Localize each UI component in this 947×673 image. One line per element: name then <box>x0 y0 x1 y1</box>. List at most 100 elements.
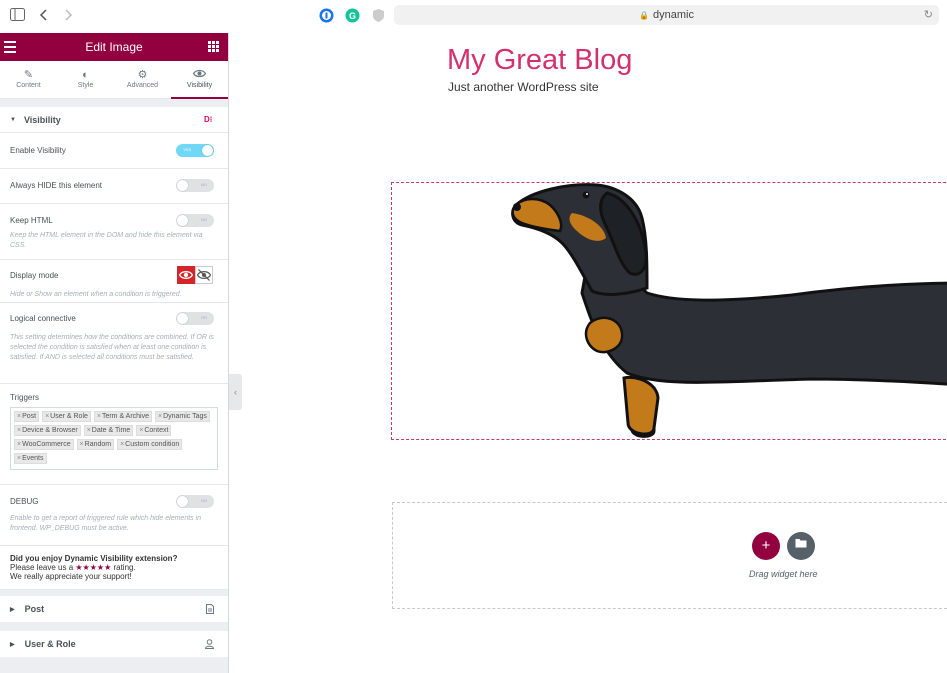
drop-zone-hint: Drag widget here <box>749 569 818 579</box>
logical-connective-row: Logical connective OR This setting deter… <box>0 303 228 384</box>
user-icon <box>204 639 215 651</box>
template-library-folder-icon[interactable] <box>787 532 815 560</box>
collapse-panel-handle[interactable]: ‹ <box>229 374 242 410</box>
trigger-tag[interactable]: ×Context <box>136 425 172 436</box>
tag-label: Events <box>22 455 44 462</box>
image-widget[interactable] <box>391 182 947 440</box>
document-icon <box>206 604 214 616</box>
trigger-tag[interactable]: ×Dynamic Tags <box>154 411 210 422</box>
trigger-tag[interactable]: ×Events <box>14 453 47 464</box>
contrast-icon: ◐ <box>82 69 89 81</box>
user-role-section-header[interactable]: ▶ User & Role <box>0 631 228 657</box>
extension-grammarly-icon[interactable]: G <box>344 8 360 24</box>
trigger-tag[interactable]: ×Device & Browser <box>14 425 81 436</box>
forward-icon[interactable] <box>60 8 76 24</box>
remove-tag-icon[interactable]: × <box>17 441 21 448</box>
remove-tag-icon[interactable]: × <box>120 441 124 448</box>
switch-state: OR <box>201 315 207 320</box>
trigger-tag[interactable]: ×WooCommerce <box>14 439 74 450</box>
rating-stars-link[interactable]: ★★★★★ <box>75 563 111 572</box>
remove-tag-icon[interactable]: × <box>17 413 21 420</box>
trigger-tag[interactable]: ×Date & Time <box>83 425 134 436</box>
logical-connective-switch[interactable]: OR <box>176 312 214 325</box>
trigger-tag[interactable]: ×Term & Archive <box>93 411 153 422</box>
promo-text: Please leave us a <box>10 563 76 572</box>
switch-state: NO <box>201 182 207 187</box>
remove-tag-icon[interactable]: × <box>45 413 49 420</box>
menu-icon[interactable] <box>4 41 16 56</box>
tag-label: Post <box>22 413 37 420</box>
sidebar-toggle-icon[interactable] <box>9 8 25 24</box>
tab-style[interactable]: ◐ Style <box>57 61 114 98</box>
debug-switch[interactable]: NO <box>176 495 214 508</box>
section-title: Visibility <box>23 114 61 125</box>
remove-tag-icon[interactable]: × <box>97 413 101 420</box>
control-description: This setting determines how the conditio… <box>10 334 214 361</box>
widgets-grid-icon[interactable] <box>208 41 219 52</box>
enable-visibility-switch[interactable]: YES <box>176 144 214 157</box>
empty-section-dropzone[interactable]: + Drag widget here <box>392 502 947 609</box>
remove-tag-icon[interactable]: × <box>139 427 143 434</box>
switch-knob <box>177 215 188 226</box>
switch-knob <box>177 313 188 324</box>
section-header[interactable]: ▼ Visibility D⁝ <box>0 107 228 133</box>
site-title[interactable]: My Great Blog <box>447 44 632 77</box>
switch-state: NO <box>201 498 207 503</box>
switch-knob <box>202 145 213 156</box>
tag-label: Context <box>144 427 169 434</box>
remove-tag-icon[interactable]: × <box>158 413 162 420</box>
add-section-plus-icon[interactable]: + <box>752 532 780 560</box>
trigger-tag[interactable]: ×User & Role <box>42 411 91 422</box>
caret-down-icon: ▼ <box>10 116 16 123</box>
control-description: Hide or Show an element when a condition… <box>10 291 182 298</box>
tag-label: Dynamic Tags <box>163 413 207 420</box>
svg-text:G: G <box>348 11 355 21</box>
tab-content[interactable]: ✎ Content <box>0 61 57 98</box>
tag-label: Device & Browser <box>22 427 78 434</box>
post-section-header[interactable]: ▶ Post <box>0 596 228 622</box>
promo-text: rating. <box>111 563 136 572</box>
display-mode-row: Display mode Hide or Show an element whe… <box>0 260 228 303</box>
tab-label: Style <box>77 82 94 89</box>
remove-tag-icon[interactable]: × <box>17 455 21 462</box>
always-hide-row: Always HIDE this element NO <box>0 169 228 204</box>
promo-heading: Did you enjoy Dynamic Visibility extensi… <box>10 554 178 563</box>
triggers-select[interactable]: ×Post ×User & Role ×Term & Archive ×Dyna… <box>10 407 218 470</box>
trigger-tag[interactable]: ×Random <box>76 439 115 450</box>
control-label: Triggers <box>10 393 40 402</box>
debug-row: DEBUG NO Enable to get a report of trigg… <box>0 485 228 546</box>
always-hide-switch[interactable]: NO <box>176 179 214 192</box>
tag-label: Custom condition <box>125 441 180 448</box>
tag-label: WooCommerce <box>22 441 71 448</box>
url-text: dynamic <box>653 9 694 21</box>
caret-right-icon: ▶ <box>10 641 15 648</box>
remove-tag-icon[interactable]: × <box>80 441 84 448</box>
address-bar[interactable]: 🔒 dynamic ↻ <box>394 5 939 25</box>
tab-label: Advanced <box>126 82 159 89</box>
panel-title: Edit Image <box>85 40 143 54</box>
editor-panel: Edit Image ✎ Content ◐ Style ⚙ Advanced … <box>0 33 229 673</box>
remove-tag-icon[interactable]: × <box>87 427 91 434</box>
trigger-tag[interactable]: ×Custom condition <box>117 439 183 450</box>
panel-header: Edit Image <box>0 33 228 61</box>
visibility-section: ▼ Visibility D⁝ Enable Visibility YES Al… <box>0 107 228 590</box>
show-eye-icon[interactable] <box>177 266 195 284</box>
tab-advanced[interactable]: ⚙ Advanced <box>114 61 171 98</box>
promo-thanks: We really appreciate your support! <box>10 572 132 581</box>
dachshund-image <box>511 183 947 438</box>
remove-tag-icon[interactable]: × <box>17 427 21 434</box>
tab-visibility[interactable]: Visibility <box>171 61 228 99</box>
control-description: Keep the HTML element in the DOM and hid… <box>10 232 203 249</box>
trigger-tag[interactable]: ×Post <box>14 411 40 422</box>
tab-label: Content <box>16 82 41 89</box>
section-title: User & Role <box>24 639 76 649</box>
back-icon[interactable] <box>36 8 52 24</box>
keep-html-switch[interactable]: NO <box>176 214 214 227</box>
shield-icon[interactable] <box>370 8 386 24</box>
hide-eye-slash-icon[interactable] <box>195 266 213 284</box>
panel-tabs: ✎ Content ◐ Style ⚙ Advanced Visibility <box>0 61 228 99</box>
extension-1password-icon[interactable] <box>318 8 334 24</box>
enable-visibility-row: Enable Visibility YES <box>0 133 228 169</box>
reload-icon[interactable]: ↻ <box>924 5 933 25</box>
keep-html-row: Keep HTML NO Keep the HTML element in th… <box>0 204 228 260</box>
